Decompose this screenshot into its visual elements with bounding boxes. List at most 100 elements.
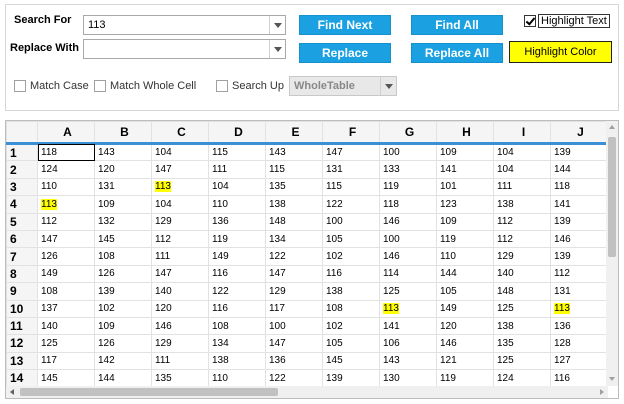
grid-cell[interactable]: 115 [208,142,266,162]
grid-cell[interactable]: 140 [37,316,95,336]
replace-with-dropdown-arrow[interactable] [269,40,285,58]
grid-cell[interactable]: 146 [436,334,494,353]
grid-cell[interactable]: 102 [322,247,380,266]
grid-cell[interactable]: 137 [37,299,95,318]
grid-cell[interactable]: 130 [379,369,437,388]
grid-cell[interactable]: 119 [208,229,266,249]
grid-cell[interactable]: 131 [322,160,380,179]
grid-cell[interactable]: 129 [265,282,323,301]
grid-cell[interactable]: 121 [436,351,494,371]
grid-cell[interactable]: 100 [265,316,323,336]
grid-cell[interactable]: 141 [436,160,494,179]
grid-cell[interactable]: 146 [151,316,209,336]
grid-cell[interactable]: 112 [493,229,551,249]
vertical-scrollbar[interactable] [606,121,618,386]
grid-cell[interactable]: 122 [322,195,380,214]
column-header[interactable]: H [436,121,494,145]
grid-cell[interactable]: 126 [94,264,152,284]
data-grid[interactable]: ABCDEFGHIJ 1 118 143 104 115 143 147 100 109 104 1… [5,120,619,399]
grid-cell[interactable]: 123 [436,195,494,214]
grid-cell[interactable]: 113 [37,195,95,214]
grid-cell[interactable]: 148 [493,282,551,301]
grid-cell[interactable]: 143 [265,142,323,162]
grid-cell[interactable]: 100 [379,142,437,162]
grid-cell[interactable]: 119 [436,229,494,249]
grid-cell[interactable]: 136 [208,212,266,231]
grid-cell[interactable]: 149 [37,264,95,284]
column-header[interactable]: F [322,121,380,145]
grid-cell[interactable]: 147 [37,229,95,249]
highlight-text-checkbox[interactable] [524,15,536,27]
grid-cell[interactable]: 108 [208,316,266,336]
grid-cell[interactable]: 146 [379,212,437,231]
find-all-button[interactable]: Find All [411,15,503,35]
grid-cell[interactable]: 135 [151,369,209,388]
grid-cell[interactable]: 111 [493,177,551,197]
grid-cell[interactable]: 115 [322,177,380,197]
grid-cell[interactable]: 112 [151,229,209,249]
grid-cell[interactable]: 129 [151,212,209,231]
grid-cell[interactable]: 114 [379,264,437,284]
grid-cell[interactable]: 102 [322,316,380,336]
search-up-label[interactable]: Search Up [232,80,284,92]
row-header[interactable]: 6 [6,229,38,249]
scroll-down-icon[interactable] [609,377,615,381]
grid-cell[interactable]: 125 [37,334,95,353]
grid-cell[interactable]: 122 [208,282,266,301]
grid-cell[interactable]: 122 [265,369,323,388]
grid-cell[interactable]: 139 [550,247,608,266]
grid-cell[interactable]: 125 [379,282,437,301]
grid-cell[interactable]: 138 [265,195,323,214]
grid-cell[interactable]: 109 [436,212,494,231]
grid-cell[interactable]: 145 [37,369,95,388]
grid-cell[interactable]: 129 [493,247,551,266]
grid-cell[interactable]: 102 [94,299,152,318]
scroll-left-icon[interactable] [10,389,14,395]
grid-cell[interactable]: 117 [265,299,323,318]
grid-cell[interactable]: 138 [208,351,266,371]
grid-cell[interactable]: 106 [379,334,437,353]
grid-cell[interactable]: 125 [493,351,551,371]
grid-cell[interactable]: 120 [151,299,209,318]
grid-cell[interactable]: 145 [94,229,152,249]
grid-cell[interactable]: 110 [37,177,95,197]
grid-cell[interactable]: 147 [265,334,323,353]
grid-cell[interactable]: 119 [436,369,494,388]
grid-cell[interactable]: 133 [379,160,437,179]
grid-cell[interactable]: 139 [322,369,380,388]
search-for-value[interactable]: 113 [88,19,106,31]
grid-cell[interactable]: 132 [94,212,152,231]
grid-cell[interactable]: 134 [265,229,323,249]
horizontal-scroll-thumb[interactable] [20,388,278,396]
column-header[interactable]: G [379,121,437,145]
grid-cell[interactable]: 116 [208,299,266,318]
column-header[interactable]: I [493,121,551,145]
match-case-checkbox[interactable] [14,80,26,92]
grid-cell[interactable]: 147 [322,142,380,162]
search-up-checkbox[interactable] [216,80,228,92]
grid-cell[interactable]: 101 [436,177,494,197]
row-header[interactable]: 14 [6,369,38,388]
grid-cell[interactable]: 104 [151,142,209,162]
grid-cell[interactable]: 109 [94,316,152,336]
grid-cell[interactable]: 128 [550,334,608,353]
grid-cell[interactable]: 139 [550,142,608,162]
grid-cell[interactable]: 118 [550,177,608,197]
grid-corner[interactable] [6,121,38,145]
grid-cell[interactable]: 112 [493,212,551,231]
column-header[interactable]: E [265,121,323,145]
row-header[interactable]: 4 [6,195,38,214]
grid-cell[interactable]: 140 [151,282,209,301]
grid-cell[interactable]: 138 [493,316,551,336]
row-header[interactable]: 11 [6,316,38,336]
scope-select[interactable]: WholeTable [289,76,397,96]
row-header[interactable]: 1 [6,142,38,162]
grid-cell[interactable]: 136 [550,316,608,336]
grid-cell[interactable]: 141 [379,316,437,336]
grid-cell[interactable]: 124 [493,369,551,388]
grid-cell[interactable]: 111 [208,160,266,179]
row-header[interactable]: 12 [6,334,38,353]
grid-cell[interactable]: 116 [550,369,608,388]
grid-cell[interactable]: 138 [493,195,551,214]
grid-cell[interactable]: 111 [151,247,209,266]
